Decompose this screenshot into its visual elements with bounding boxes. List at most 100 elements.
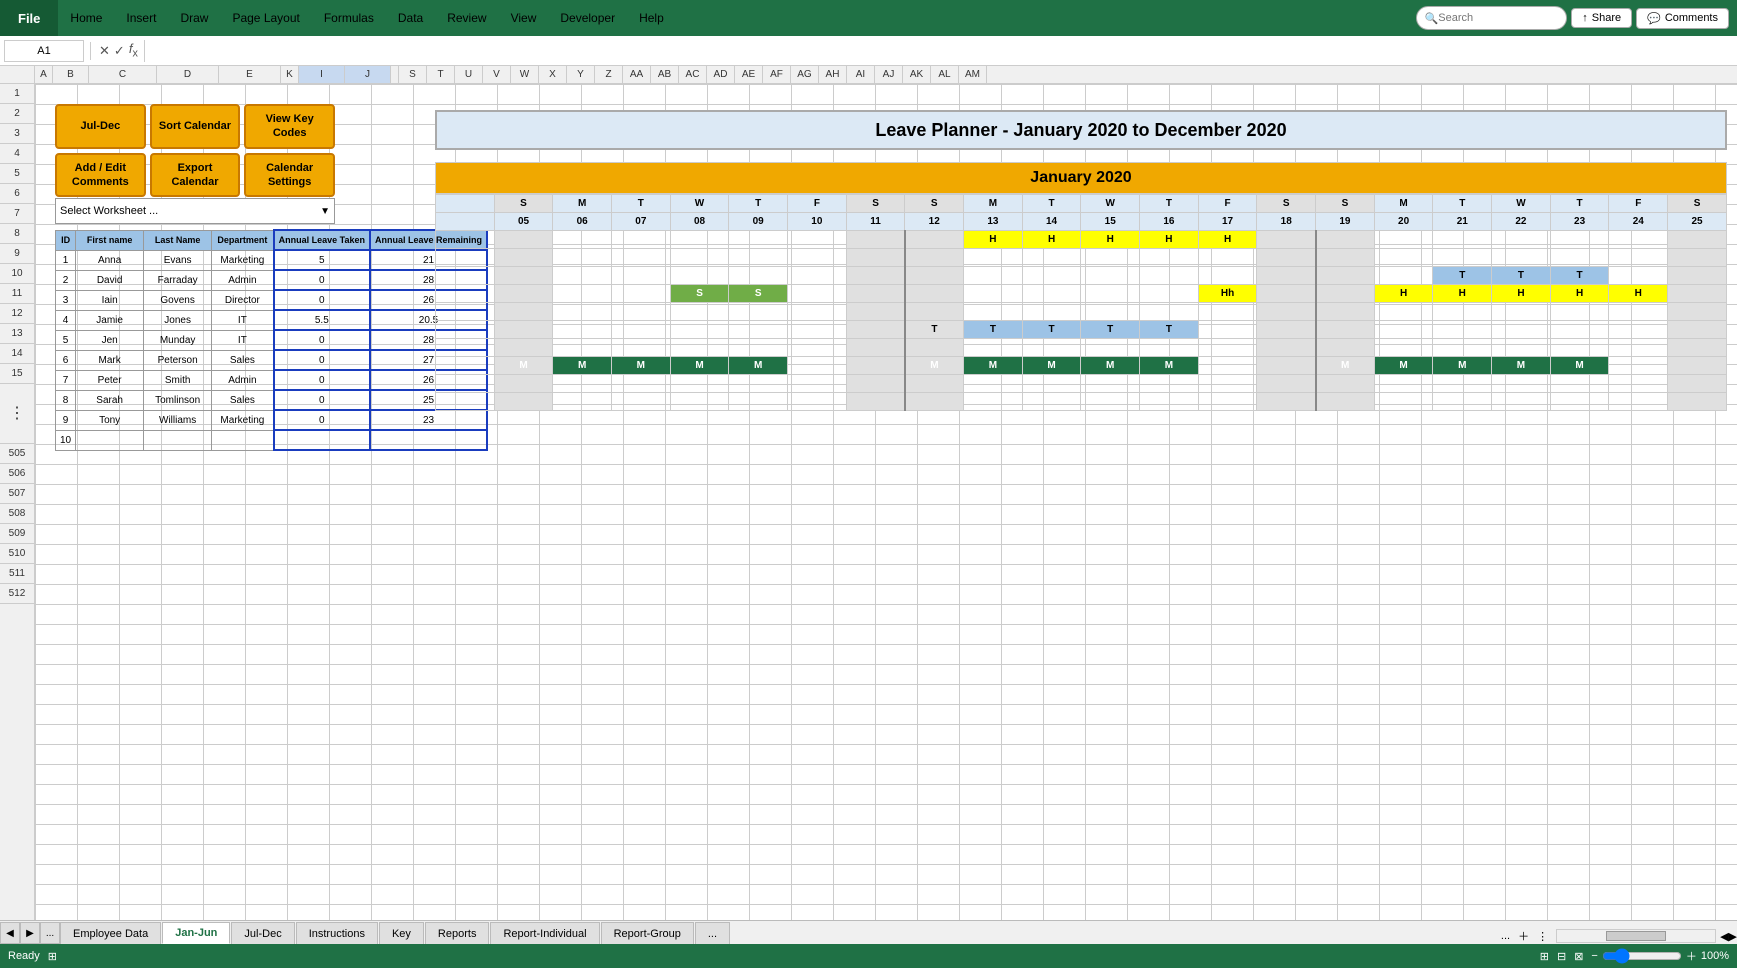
cal-cell[interactable] — [1492, 231, 1551, 249]
tab-employee-data[interactable]: Employee Data — [60, 922, 161, 944]
col-X[interactable]: X — [539, 66, 567, 83]
search-box[interactable]: 🔍 — [1416, 6, 1568, 30]
table-cell[interactable] — [76, 430, 144, 450]
cal-cell[interactable] — [1433, 231, 1492, 249]
cal-cell[interactable] — [670, 249, 729, 267]
table-row[interactable]: 4JamieJonesIT5.520.5 — [56, 310, 488, 330]
zoom-out-icon[interactable]: − — [1591, 950, 1597, 962]
cal-cell[interactable] — [1022, 339, 1081, 357]
table-cell[interactable]: David — [76, 270, 144, 290]
cal-cell[interactable]: T — [1550, 267, 1609, 285]
col-T[interactable]: T — [427, 66, 455, 83]
cal-cell[interactable] — [905, 249, 964, 267]
cal-cell[interactable] — [494, 249, 553, 267]
cal-cell[interactable] — [1257, 303, 1316, 321]
cal-cell[interactable] — [1198, 357, 1257, 375]
table-cell[interactable]: Jen — [76, 330, 144, 350]
cal-cell[interactable] — [553, 267, 612, 285]
cal-cell[interactable] — [494, 303, 553, 321]
cal-row[interactable] — [436, 393, 1727, 411]
cal-cell[interactable] — [729, 393, 788, 411]
cal-cell[interactable] — [788, 321, 847, 339]
cal-row[interactable]: TTT — [436, 267, 1727, 285]
cal-cell[interactable] — [1140, 249, 1199, 267]
table-row[interactable]: 5JenMundayIT028 — [56, 330, 488, 350]
col-C[interactable]: C — [89, 66, 157, 83]
cal-cell[interactable]: M — [1081, 357, 1140, 375]
cal-cell[interactable]: H — [1140, 231, 1199, 249]
cal-cell[interactable] — [553, 321, 612, 339]
cal-cell[interactable] — [1198, 267, 1257, 285]
cal-cell[interactable] — [1140, 285, 1199, 303]
cal-cell[interactable] — [1550, 375, 1609, 393]
cal-cell[interactable] — [1081, 285, 1140, 303]
cal-cell[interactable] — [1609, 267, 1668, 285]
table-row[interactable]: 9TonyWilliamsMarketing023 — [56, 410, 488, 430]
cal-cell[interactable]: T — [1081, 321, 1140, 339]
col-J[interactable]: J — [345, 66, 391, 83]
cal-cell[interactable] — [1081, 303, 1140, 321]
cal-cell[interactable] — [964, 393, 1023, 411]
cal-cell[interactable] — [1668, 267, 1727, 285]
table-cell[interactable]: Farraday — [144, 270, 212, 290]
cal-cell[interactable] — [1550, 303, 1609, 321]
cal-cell[interactable] — [1316, 393, 1375, 411]
table-cell[interactable]: 0 — [274, 370, 370, 390]
cal-cell[interactable] — [905, 339, 964, 357]
row-5[interactable]: 5 — [0, 164, 34, 184]
cal-cell[interactable] — [788, 303, 847, 321]
cal-cell[interactable] — [494, 267, 553, 285]
col-AJ[interactable]: AJ — [875, 66, 903, 83]
col-Z[interactable]: Z — [595, 66, 623, 83]
formula-input[interactable] — [144, 40, 1733, 62]
cal-cell[interactable] — [612, 321, 671, 339]
cal-cell[interactable] — [1257, 249, 1316, 267]
table-cell[interactable]: 0 — [274, 330, 370, 350]
cal-row[interactable] — [436, 339, 1727, 357]
cal-cell[interactable] — [1433, 249, 1492, 267]
col-AB[interactable]: AB — [651, 66, 679, 83]
row-7[interactable]: 7 — [0, 204, 34, 224]
table-cell[interactable]: Director — [212, 290, 274, 310]
cal-cell[interactable] — [788, 393, 847, 411]
row-13[interactable]: 13 — [0, 324, 34, 344]
cal-cell[interactable] — [1492, 393, 1551, 411]
table-cell[interactable]: 10 — [56, 430, 76, 450]
tab-add-button[interactable]: ... — [40, 922, 60, 944]
scroll-right-icon[interactable]: ▶ — [1729, 930, 1737, 943]
file-menu[interactable]: File — [0, 0, 58, 36]
table-cell[interactable]: Govens — [144, 290, 212, 310]
cal-cell[interactable] — [846, 285, 905, 303]
table-cell[interactable]: Peter — [76, 370, 144, 390]
cal-cell[interactable] — [612, 267, 671, 285]
col-AA[interactable]: AA — [623, 66, 651, 83]
cal-cell[interactable] — [1257, 357, 1316, 375]
cal-cell[interactable] — [1668, 231, 1727, 249]
row-14[interactable]: 14 — [0, 344, 34, 364]
cal-cell[interactable] — [1492, 303, 1551, 321]
table-cell[interactable]: Sales — [212, 390, 274, 410]
cal-cell[interactable] — [729, 375, 788, 393]
cal-cell[interactable]: M — [1550, 357, 1609, 375]
table-cell[interactable]: 0 — [274, 390, 370, 410]
cal-cell[interactable] — [905, 285, 964, 303]
cal-cell[interactable] — [670, 339, 729, 357]
cal-cell[interactable] — [788, 285, 847, 303]
table-cell[interactable]: 0 — [274, 270, 370, 290]
row-15[interactable]: 15 — [0, 364, 34, 384]
cal-cell[interactable] — [1668, 393, 1727, 411]
table-cell[interactable] — [212, 430, 274, 450]
cal-cell[interactable] — [1609, 375, 1668, 393]
tab-jul-dec[interactable]: Jul-Dec — [231, 922, 294, 944]
cal-cell[interactable] — [1081, 375, 1140, 393]
cal-cell[interactable] — [1609, 357, 1668, 375]
cal-cell[interactable] — [612, 339, 671, 357]
cal-cell[interactable] — [553, 285, 612, 303]
review-menu[interactable]: Review — [435, 0, 498, 36]
cal-row[interactable] — [436, 249, 1727, 267]
cal-cell[interactable]: H — [1198, 231, 1257, 249]
cal-cell[interactable] — [1316, 303, 1375, 321]
cal-cell[interactable] — [1257, 339, 1316, 357]
cal-cell[interactable] — [1374, 249, 1433, 267]
cal-cell[interactable] — [1668, 357, 1727, 375]
